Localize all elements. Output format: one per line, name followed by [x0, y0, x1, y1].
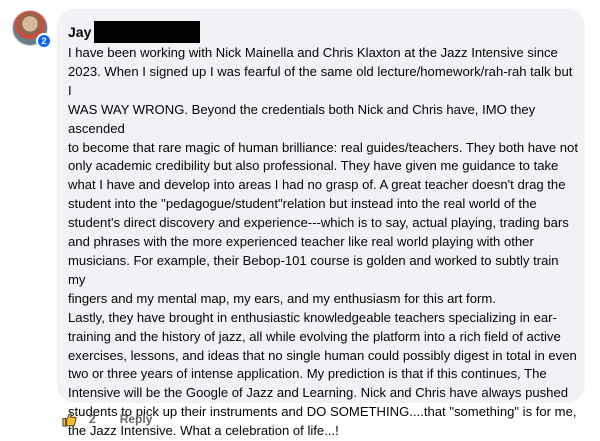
contributor-badge: 2: [36, 33, 52, 49]
avatar-wrap[interactable]: 2: [12, 10, 52, 49]
thumbs-up-icon[interactable]: [62, 412, 77, 427]
comment-text: I have been working with Nick Mainella a…: [68, 45, 578, 439]
like-count: 2: [89, 412, 96, 426]
comment-actions: 2 Reply: [62, 410, 152, 428]
redacted-name-block: [94, 21, 201, 43]
comment-header: Jay: [68, 21, 201, 43]
author-name[interactable]: Jay: [68, 24, 91, 40]
reply-button[interactable]: Reply: [120, 412, 153, 426]
